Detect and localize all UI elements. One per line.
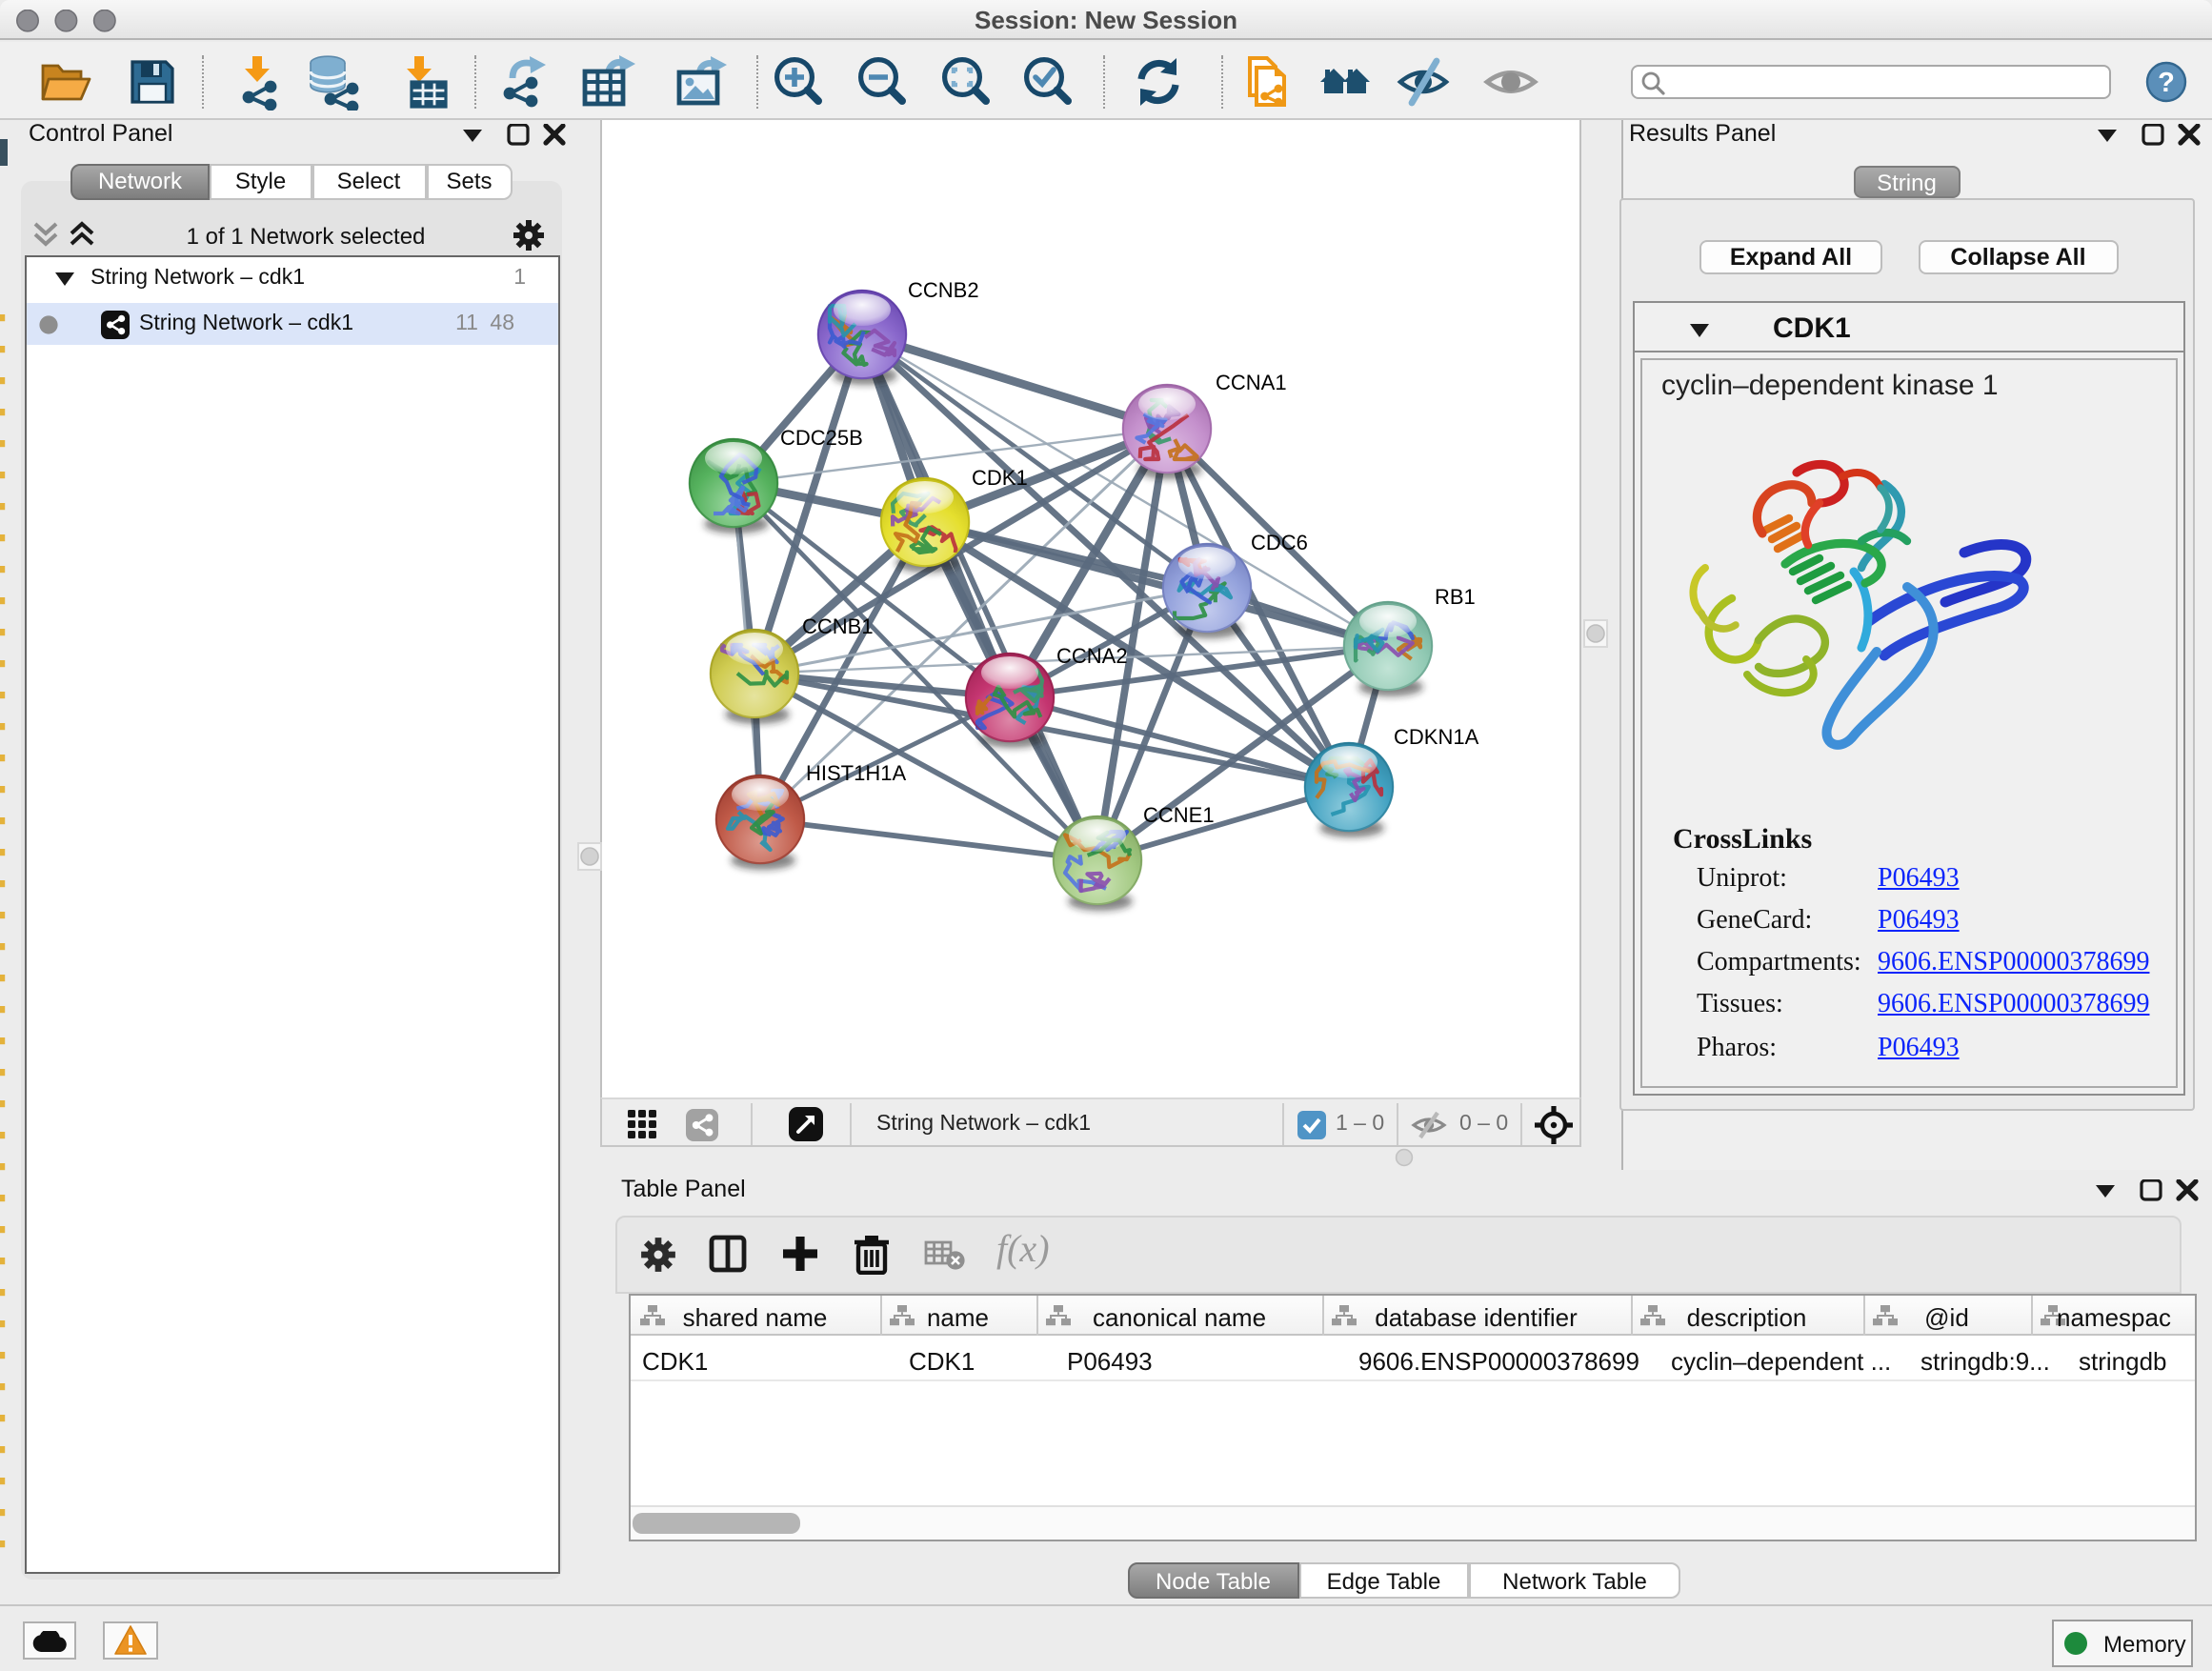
svg-text:CCNB1: CCNB1 bbox=[802, 614, 874, 637]
svg-text:CDC6: CDC6 bbox=[1251, 530, 1308, 554]
svg-text:HIST1H1A: HIST1H1A bbox=[806, 760, 906, 784]
svg-text:CDC25B: CDC25B bbox=[780, 425, 863, 449]
svg-text:CCNB2: CCNB2 bbox=[908, 277, 979, 301]
svg-text:CCNA1: CCNA1 bbox=[1216, 370, 1287, 393]
svg-text:CDKN1A: CDKN1A bbox=[1394, 724, 1479, 748]
svg-text:CDK1: CDK1 bbox=[972, 465, 1028, 489]
svg-text:?: ? bbox=[2158, 67, 2175, 97]
svg-text:CCNE1: CCNE1 bbox=[1143, 802, 1215, 826]
svg-text:CCNA2: CCNA2 bbox=[1056, 643, 1128, 667]
svg-text:RB1: RB1 bbox=[1435, 584, 1476, 608]
